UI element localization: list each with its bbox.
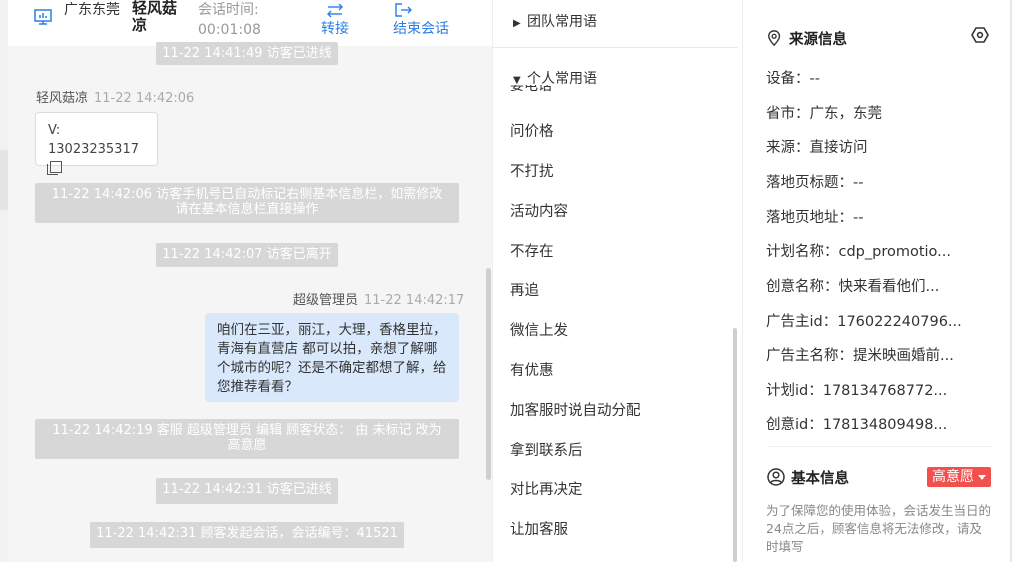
location-pin-icon (768, 30, 781, 47)
phrase-item[interactable]: 不打扰 (510, 160, 554, 181)
agent-message-bubble: 咱们在三亚，丽江，大理，香格里拉，青海有直营店 都可以拍，亲想了解哪个城市的呢？… (205, 313, 459, 402)
hexagon-settings-icon[interactable] (971, 26, 989, 44)
system-message: 11-22 14:42:07 访客已离开 (156, 243, 338, 267)
transfer-label: 转接 (321, 21, 349, 37)
session-time-value: 00:01:08 (198, 22, 261, 38)
info-plan-id: 计划id：178134768772... (766, 383, 948, 399)
phrase-item[interactable]: 不存在 (510, 240, 554, 261)
phrase-scrollbar[interactable] (733, 328, 737, 562)
chevron-down-icon (978, 475, 986, 480)
phrase-item[interactable]: 有优惠 (510, 359, 554, 380)
info-creative-name: 创意名称：快来看看他们... (766, 279, 940, 295)
visitor-location: 广东东莞 (64, 2, 120, 18)
sender-name: 轻风菇凉 (36, 91, 89, 106)
info-plan-name: 计划名称：cdp_promotio... (766, 244, 952, 260)
end-session-button[interactable]: 结束会话 (388, 0, 454, 38)
info-creative-id: 创意id：178134809498... (766, 417, 948, 433)
system-line: 请在基本信息栏直接操作 (175, 202, 319, 217)
sender-name: 超级管理员 (293, 293, 359, 308)
intent-select[interactable]: 高意愿 (927, 467, 991, 487)
system-message: 11-22 14:42:19 客服 超级管理员 编辑 顾客状态： 由 未标记 改… (35, 419, 459, 459)
phrase-item[interactable]: 加客服时说自动分配 (510, 399, 641, 420)
transfer-arrows-icon (327, 3, 343, 18)
user-circle-icon (767, 468, 785, 486)
chat-panel: 广东东莞 轻风菇凉 会话时间: 00:01:08 转接 结束会话 11-22 1… (8, 0, 492, 562)
divider (493, 47, 738, 48)
divider (767, 446, 991, 447)
system-message: 11-22 14:41:49 访客已进线 (156, 42, 338, 65)
phrase-item[interactable]: 微信上发 (510, 319, 568, 340)
source-info-title: 来源信息 (789, 32, 847, 48)
phone-card: V: 13023235317 (35, 112, 158, 175)
phrase-item[interactable]: 再追 (510, 279, 539, 300)
left-edge-block (0, 150, 8, 210)
phrase-item-clipped[interactable]: 要电话 (510, 85, 552, 94)
message-time: 11-22 14:42:17 (364, 293, 465, 308)
phrase-panel: ▶ 团队常用语 ▼ 个人常用语 要电话 问价格 不打扰 活动内容 不存在 再追 微信… (492, 0, 742, 562)
system-message: 11-22 14:42:06 访客手机号已自动标记右侧基本信息栏，如需修改 请在… (35, 183, 459, 223)
source-info-heading: 来源信息 (767, 28, 847, 49)
chat-scrollbar[interactable] (486, 268, 491, 480)
message-time: 11-22 14:42:06 (94, 91, 195, 106)
phrase-item[interactable]: 对比再决定 (510, 478, 583, 499)
chat-topbar: 广东东莞 轻风菇凉 会话时间: 00:01:08 转接 结束会话 (8, 0, 492, 46)
copy-icon[interactable] (47, 161, 62, 175)
session-time-block: 会话时间: 00:01:08 (198, 0, 261, 40)
monitor-icon (34, 9, 52, 25)
visitor-name: 轻风菇凉 (132, 0, 178, 34)
card-line1: V: (48, 123, 61, 138)
visitor-sender: 轻风菇凉 11-22 14:42:06 (36, 87, 194, 106)
system-line: 高意愿 (227, 438, 267, 453)
agent-sender: 超级管理员 11-22 14:42:17 (293, 289, 464, 308)
phrase-item[interactable]: 拿到联系后 (510, 439, 583, 460)
end-session-label: 结束会话 (393, 21, 449, 37)
transfer-button[interactable]: 转接 (315, 0, 355, 38)
intent-value: 高意愿 (932, 469, 974, 485)
info-advertiser-name: 广告主名称：提米映画婚前... (766, 348, 954, 364)
info-province-city: 省市：广东，东莞 (766, 106, 882, 122)
system-message: 11-22 14:42:31 顾客发起会话，会话编号：41521 (90, 522, 404, 548)
info-note: 为了保障您的使用体验，会话发生当日的24点之后，顾客信息将无法修改，请及时填写 (766, 503, 992, 554)
system-line: 11-22 14:42:19 客服 超级管理员 编辑 顾客状态： 由 未标记 改… (52, 423, 442, 438)
info-landing-url: 落地页地址：-- (766, 210, 864, 226)
info-panel: 来源信息 设备：-- 省市：广东，东莞 来源：直接访问 落地页标题：-- 落地页… (742, 0, 1012, 562)
card-phone: 13023235317 (48, 142, 139, 157)
info-source: 来源：直接访问 (766, 140, 868, 156)
basic-info-heading: 基本信息 (767, 467, 849, 488)
info-device: 设备：-- (766, 71, 820, 87)
info-landing-title: 落地页标题：-- (766, 175, 864, 191)
left-edge-strip (0, 0, 8, 562)
info-advertiser-id: 广告主id：176022240796... (766, 314, 962, 330)
session-time-label: 会话时间: (198, 2, 259, 18)
phrase-item[interactable]: 问价格 (510, 120, 554, 141)
phrase-item[interactable]: 活动内容 (510, 200, 568, 221)
caret-right-icon: ▶ (513, 18, 521, 29)
phrase-item[interactable]: 让加客服 (510, 518, 568, 539)
exit-icon (395, 3, 412, 17)
system-line: 11-22 14:42:06 访客手机号已自动标记右侧基本信息栏，如需修改 (51, 187, 443, 202)
group-label: 团队常用语 (527, 14, 597, 30)
system-message: 11-22 14:42:31 访客已进线 (156, 478, 338, 504)
basic-info-title: 基本信息 (791, 471, 849, 487)
phrase-group-team[interactable]: ▶ 团队常用语 (513, 11, 597, 31)
